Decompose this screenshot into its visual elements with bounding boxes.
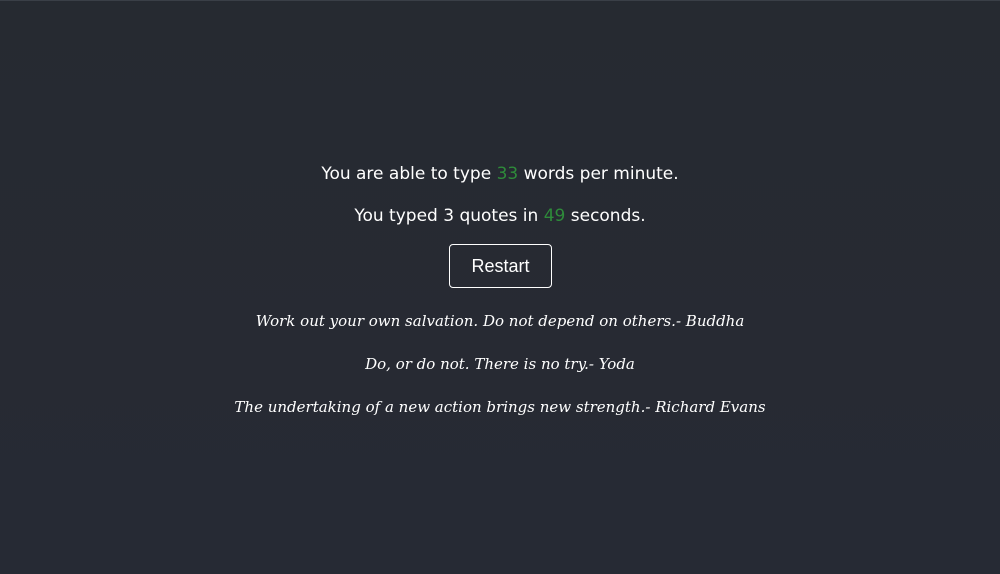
- wpm-result: You are able to type 33 words per minute…: [0, 163, 1000, 185]
- quote-text: Work out your own salvation. Do not depe…: [255, 312, 676, 330]
- wpm-suffix: words per minute.: [518, 164, 679, 184]
- quote-author: - Buddha: [675, 312, 745, 330]
- quote-author: - Yoda: [588, 355, 635, 373]
- quote-item: The undertaking of a new action brings n…: [0, 397, 1000, 417]
- quote-item: Do, or do not. There is no try.- Yoda: [0, 354, 1000, 374]
- time-prefix: You typed 3 quotes in: [354, 206, 544, 226]
- time-value: 49: [543, 206, 566, 226]
- quote-text: Do, or do not. There is no try.: [365, 355, 589, 373]
- wpm-value: 33: [496, 164, 519, 184]
- quote-text: The undertaking of a new action brings n…: [234, 398, 646, 416]
- time-result: You typed 3 quotes in 49 seconds.: [0, 205, 1000, 227]
- quote-item: Work out your own salvation. Do not depe…: [0, 311, 1000, 331]
- restart-button[interactable]: Restart: [449, 244, 552, 288]
- time-suffix: seconds.: [565, 206, 646, 226]
- quote-author: - Richard Evans: [645, 398, 766, 416]
- wpm-prefix: You are able to type: [321, 164, 497, 184]
